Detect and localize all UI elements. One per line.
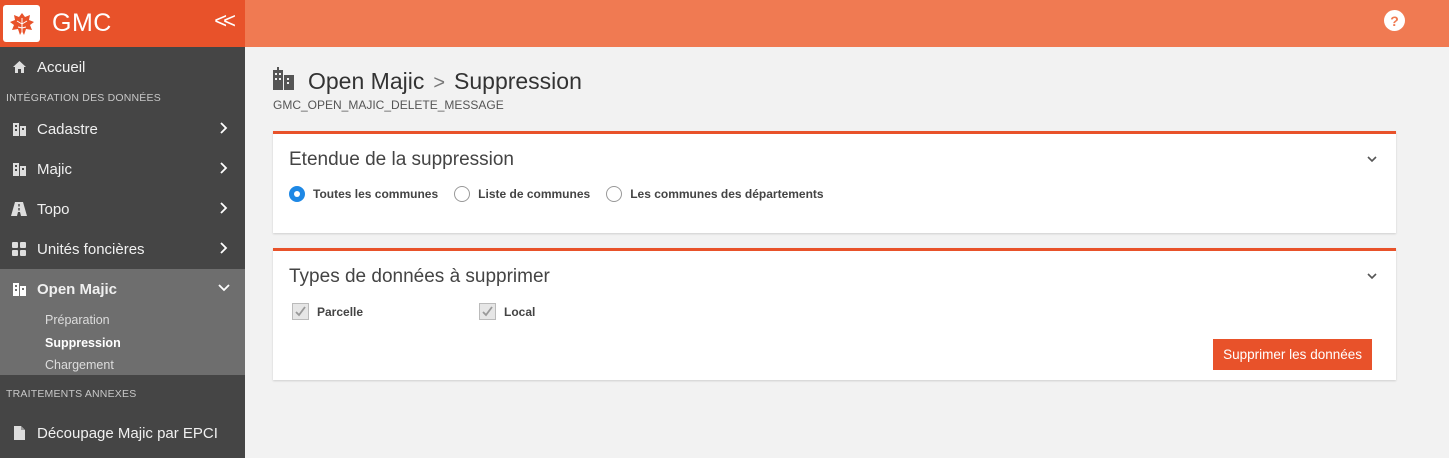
checkbox-checked[interactable] <box>292 303 309 320</box>
radio-communes-departements[interactable]: Les communes des départements <box>606 186 824 202</box>
sidebar-item-topo[interactable]: Topo <box>0 189 245 229</box>
chevron-right-icon <box>220 202 228 214</box>
sidebar-item-label: Majic <box>37 160 73 178</box>
sidebar-subitem-suppression[interactable]: Suppression <box>0 332 245 355</box>
breadcrumb-parent[interactable]: Open Majic <box>308 68 424 94</box>
card-title: Etendue de la suppression <box>289 149 514 170</box>
grid-icon <box>10 240 28 258</box>
radio-label: Liste de communes <box>478 187 591 201</box>
chevron-down-icon <box>218 284 230 292</box>
sidebar-item-label: Accueil <box>37 58 86 76</box>
sidebar-item-open-majic[interactable]: Open Majic <box>0 269 245 309</box>
breadcrumb-separator: > <box>433 72 446 94</box>
chevron-right-icon <box>220 162 228 174</box>
collapse-sidebar-icon[interactable]: << <box>214 8 236 34</box>
sidebar-subitem-preparation[interactable]: Préparation <box>0 309 245 332</box>
open-majic-group: Open Majic Préparation Suppression Charg… <box>0 269 245 375</box>
page-title: Open Majic > Suppression <box>308 68 582 95</box>
checkbox-checked[interactable] <box>479 303 496 320</box>
sidebar-item-label: Unités foncières <box>37 240 145 258</box>
chevron-down-icon[interactable] <box>1366 270 1378 282</box>
building-icon <box>10 280 28 298</box>
sidebar-item-accueil[interactable]: Accueil <box>0 47 245 87</box>
sidebar-item-unites-foncieres[interactable]: Unités foncières <box>0 229 245 269</box>
building-icon <box>272 67 296 96</box>
radio-liste-communes[interactable]: Liste de communes <box>454 186 590 202</box>
sidebar-subitem-chargement[interactable]: Chargement <box>0 354 245 375</box>
checkbox-local[interactable]: Local <box>479 303 535 320</box>
sidebar-item-decoupage[interactable]: Découpage Majic par EPCI <box>0 413 245 453</box>
section-annexes: TRAITEMENTS ANNEXES <box>6 388 137 400</box>
road-icon <box>10 200 28 218</box>
main-content: Open Majic > Suppression GMC_OPEN_MAJIC_DE… <box>245 47 1449 458</box>
delete-data-button[interactable]: Supprimer les données <box>1213 339 1372 370</box>
breadcrumb-current: Suppression <box>454 68 582 94</box>
sidebar-item-label: Open Majic <box>37 280 118 298</box>
chevron-right-icon <box>220 122 228 134</box>
sidebar: GMC << Accueil INTÉGRATION DES DONNÉES C… <box>0 0 245 458</box>
file-icon <box>10 424 28 442</box>
sidebar-item-label: Découpage Majic par EPCI <box>37 424 218 442</box>
radio-label: Toutes les communes <box>313 187 439 201</box>
scope-card: Etendue de la suppression Toutes les com… <box>273 131 1396 233</box>
types-card: Types de données à supprimer Parcelle Lo… <box>273 248 1396 380</box>
building-icon <box>10 160 28 178</box>
grape-leaf-logo[interactable] <box>3 5 40 42</box>
building-icon <box>10 120 28 138</box>
checkbox-parcelle[interactable]: Parcelle <box>292 303 479 320</box>
chevron-right-icon <box>220 242 228 254</box>
radio-unselected[interactable] <box>606 186 623 202</box>
sidebar-item-cadastre[interactable]: Cadastre <box>0 109 245 149</box>
help-icon[interactable]: ? <box>1384 10 1405 31</box>
app-name: GMC <box>52 9 112 37</box>
radio-toutes-communes[interactable]: Toutes les communes <box>289 186 438 202</box>
card-title: Types de données à supprimer <box>289 266 550 287</box>
chevron-down-icon[interactable] <box>1366 153 1378 165</box>
sidebar-item-label: Topo <box>37 200 70 218</box>
types-checkbox-group: Parcelle Local <box>292 303 535 320</box>
home-icon <box>10 58 28 76</box>
radio-unselected[interactable] <box>454 186 471 202</box>
sidebar-item-label: Cadastre <box>37 120 98 138</box>
scope-radio-group: Toutes les communes Liste de communes Le… <box>289 186 840 202</box>
section-integration: INTÉGRATION DES DONNÉES <box>6 92 161 104</box>
page-subtitle: GMC_OPEN_MAJIC_DELETE_MESSAGE <box>273 98 504 112</box>
checkbox-label: Local <box>504 304 536 319</box>
brand-bar: GMC << <box>0 0 245 47</box>
sidebar-item-majic[interactable]: Majic <box>0 149 245 189</box>
top-bar: ? <box>245 0 1449 47</box>
page-header: Open Majic > Suppression <box>272 67 582 96</box>
checkbox-label: Parcelle <box>317 304 364 319</box>
radio-label: Les communes des départements <box>630 187 824 201</box>
radio-selected[interactable] <box>289 186 305 202</box>
